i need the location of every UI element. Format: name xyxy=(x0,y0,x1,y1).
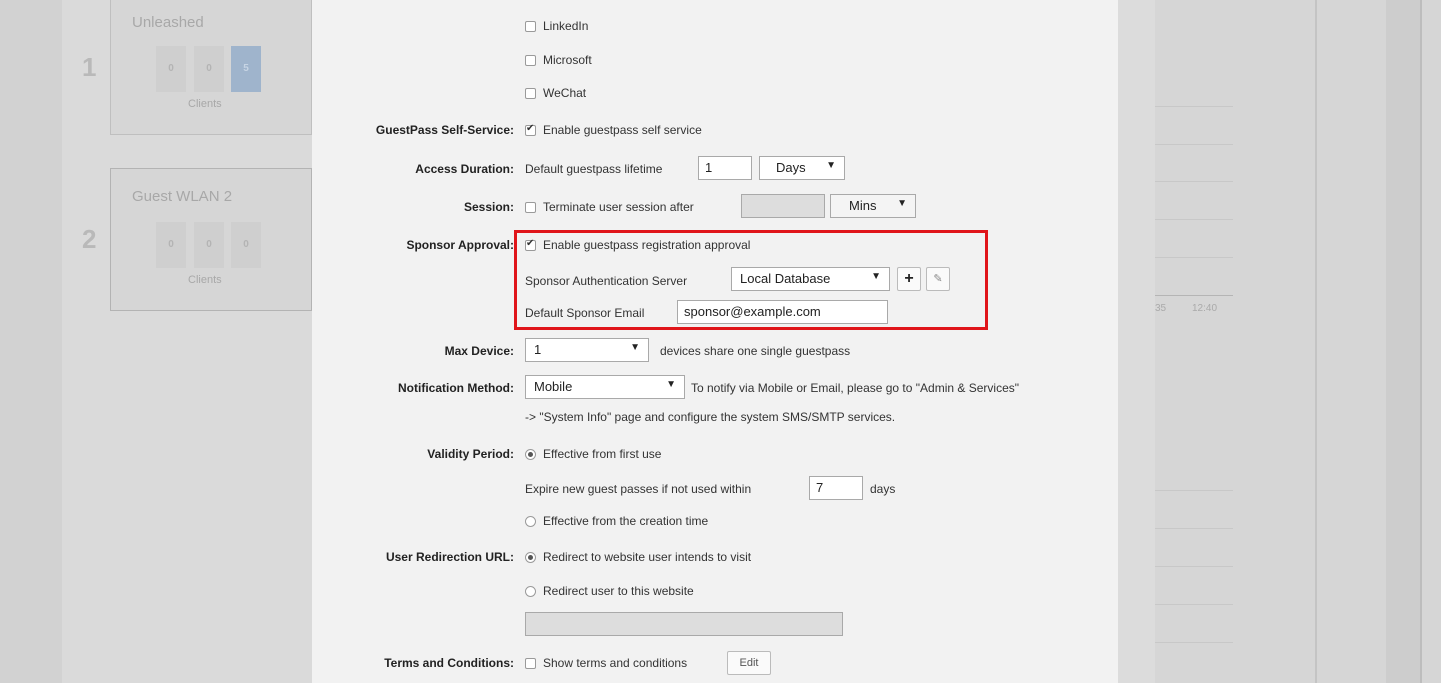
chart-grid-line xyxy=(1155,604,1233,605)
access-duration-label: Access Duration: xyxy=(415,162,514,176)
guestpass-lifetime-input[interactable]: 1 xyxy=(698,156,752,180)
wechat-checkbox[interactable] xyxy=(525,88,536,99)
notification-method-label: Notification Method: xyxy=(398,381,514,395)
max-device-value: 1 xyxy=(534,342,542,357)
terms-label: Terms and Conditions: xyxy=(384,656,514,670)
microsoft-checkbox[interactable] xyxy=(525,55,536,66)
terminate-session-checkbox[interactable] xyxy=(525,202,536,213)
redirect-website-radio[interactable] xyxy=(525,586,536,597)
dropdown-arrow-icon: ▼ xyxy=(630,342,640,353)
redirect-website-text: Redirect user to this website xyxy=(543,584,694,598)
access-duration-text: Default guestpass lifetime xyxy=(525,162,663,176)
chart-axis-line xyxy=(1155,295,1233,296)
notification-info-text-2: -> "System Info" page and configure the … xyxy=(525,410,896,424)
chart-tick-label: 12:40 xyxy=(1192,303,1218,314)
highlight-box xyxy=(514,230,988,330)
max-device-text: devices share one single guestpass xyxy=(660,344,851,358)
effective-creation-time-radio[interactable] xyxy=(525,516,536,527)
chart-grid-line xyxy=(1155,566,1233,567)
wlan-number: 1 xyxy=(82,52,97,82)
redirect-intended-radio[interactable] xyxy=(525,552,536,563)
linkedin-checkbox[interactable] xyxy=(525,21,536,32)
guestpass-self-service-label: GuestPass Self-Service: xyxy=(375,123,514,137)
wlan-count: 0 xyxy=(156,222,186,268)
chart-grid-line xyxy=(1155,144,1233,145)
effective-first-use-text: Effective from first use xyxy=(543,447,662,461)
session-unit-value: Mins xyxy=(849,198,877,213)
wlan-count: 0 xyxy=(156,46,186,92)
user-redirection-label: User Redirection URL: xyxy=(385,550,514,564)
dropdown-arrow-icon: ▼ xyxy=(826,160,836,171)
notification-info-text: To notify via Mobile or Email, please go… xyxy=(691,381,1019,395)
chart-grid-line xyxy=(1155,181,1233,182)
session-timeout-input[interactable] xyxy=(741,194,825,218)
chart-divider xyxy=(1386,0,1420,683)
show-terms-text: Show terms and conditions xyxy=(543,656,688,670)
session-unit-select[interactable]: Mins ▼ xyxy=(830,194,916,218)
chart-grid-line xyxy=(1155,528,1233,529)
lifetime-unit-value: Days xyxy=(776,160,806,175)
session-label: Session: xyxy=(463,200,514,214)
guestpass-self-service-checkbox[interactable] xyxy=(525,123,536,136)
background-left-strip xyxy=(0,0,62,683)
notification-method-value: Mobile xyxy=(534,379,573,394)
edit-terms-button[interactable]: Edit xyxy=(727,651,771,675)
guestpass-self-service-text: Enable guestpass self service xyxy=(543,123,702,137)
wlan-count: 0 xyxy=(231,222,261,268)
expire-text: Expire new guest passes if not used with… xyxy=(525,482,752,496)
wlan-count: 0 xyxy=(194,46,224,92)
linkedin-label: LinkedIn xyxy=(543,19,589,33)
sponsor-approval-label: Sponsor Approval: xyxy=(406,238,514,252)
wlan-count: 5 xyxy=(231,46,261,92)
show-terms-checkbox[interactable] xyxy=(525,658,536,669)
chart-grid-line xyxy=(1155,490,1233,491)
terminate-session-text: Terminate user session after xyxy=(543,200,694,214)
chart-divider xyxy=(1420,0,1422,683)
dropdown-arrow-icon: ▼ xyxy=(666,379,676,390)
microsoft-label: Microsoft xyxy=(543,53,592,67)
chart-divider xyxy=(1315,0,1317,683)
clients-label: Clients xyxy=(188,274,222,286)
chart-tick-label: 35 xyxy=(1155,303,1167,314)
wlan-count: 0 xyxy=(194,222,224,268)
wechat-label: WeChat xyxy=(543,86,587,100)
wlan-title: Guest WLAN 2 xyxy=(132,188,233,205)
notification-method-select[interactable]: Mobile ▼ xyxy=(525,375,685,399)
redirect-intended-text: Redirect to website user intends to visi… xyxy=(543,550,752,564)
max-device-label: Max Device: xyxy=(444,344,514,358)
guest-settings-modal xyxy=(312,0,1118,683)
max-device-select[interactable]: 1 ▼ xyxy=(525,338,649,362)
chart-grid-line xyxy=(1155,106,1233,107)
validity-period-label: Validity Period: xyxy=(427,447,514,461)
effective-creation-time-text: Effective from the creation time xyxy=(543,514,709,528)
expire-days-unit: days xyxy=(870,482,896,496)
lifetime-unit-select[interactable]: Days ▼ xyxy=(759,156,845,180)
chart-grid-line xyxy=(1155,219,1233,220)
redirect-url-input[interactable] xyxy=(525,612,843,636)
clients-label: Clients xyxy=(188,98,222,110)
effective-first-use-radio[interactable] xyxy=(525,449,536,460)
chart-grid-line xyxy=(1155,642,1233,643)
wlan-title: Unleashed xyxy=(132,14,204,31)
wlan-number: 2 xyxy=(82,224,97,254)
chart-grid-line xyxy=(1155,257,1233,258)
dropdown-arrow-icon: ▼ xyxy=(897,198,907,209)
expire-days-input[interactable]: 7 xyxy=(809,476,863,500)
